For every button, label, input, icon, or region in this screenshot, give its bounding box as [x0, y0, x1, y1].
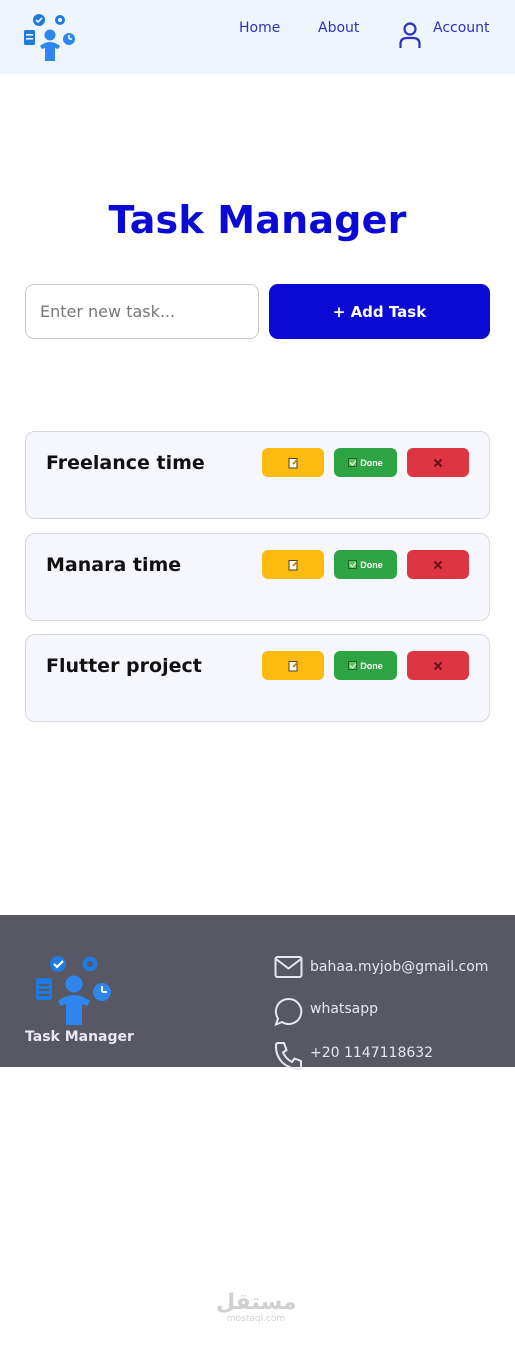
- logo-icon: [36, 956, 111, 1025]
- delete-button[interactable]: [407, 651, 469, 680]
- chat-bubble-icon: [274, 997, 303, 1027]
- done-label: Done: [360, 559, 383, 570]
- cross-mark-icon: [433, 661, 443, 670]
- done-label: Done: [360, 457, 383, 468]
- cross-mark-icon: [433, 560, 443, 569]
- footer-brand: Task Manager: [25, 1029, 134, 1045]
- user-icon: [399, 22, 421, 48]
- check-box-icon: [348, 458, 358, 467]
- page-title: Task Manager: [108, 198, 407, 242]
- nav-about[interactable]: About: [318, 20, 359, 36]
- edit-button[interactable]: [262, 448, 324, 477]
- watermark-sub: mostaql.com: [226, 1314, 286, 1324]
- add-task-button[interactable]: + Add Task: [269, 284, 490, 339]
- check-box-icon: [348, 661, 358, 670]
- memo-icon: [288, 457, 299, 468]
- watermark-text: مستقل: [216, 1290, 297, 1315]
- task-text: Freelance time: [46, 452, 205, 474]
- email-text: bahaa.myjob@gmail.com: [310, 959, 489, 975]
- task-card: Manara time Done: [25, 533, 490, 621]
- delete-button[interactable]: [407, 448, 469, 477]
- task-card: Flutter project Done: [25, 634, 490, 722]
- nav-home[interactable]: Home: [239, 20, 280, 36]
- site-footer: Task Manager bahaa.myjob@gmail.com whats…: [0, 915, 515, 1070]
- edit-button[interactable]: [262, 550, 324, 579]
- cross-mark-icon: [433, 458, 443, 467]
- site-header: Home About Account: [0, 0, 515, 74]
- new-task-input[interactable]: [25, 284, 259, 339]
- edit-button[interactable]: [262, 651, 324, 680]
- logo-icon[interactable]: [22, 12, 78, 64]
- task-card: Freelance time Done: [25, 431, 490, 519]
- account-label: Account: [433, 20, 490, 36]
- check-box-icon: [348, 560, 358, 569]
- watermark: مستقل mostaql.com: [216, 1290, 297, 1325]
- memo-icon: [288, 660, 299, 671]
- task-text: Flutter project: [46, 655, 202, 677]
- delete-button[interactable]: [407, 550, 469, 579]
- done-button[interactable]: Done: [334, 448, 397, 477]
- whatsapp-text: whatsapp: [310, 1001, 379, 1017]
- memo-icon: [288, 559, 299, 570]
- envelope-icon: [274, 956, 303, 978]
- phone-icon: [274, 1042, 302, 1070]
- phone-text: +20 1147118632: [310, 1045, 434, 1061]
- done-button[interactable]: Done: [334, 651, 397, 680]
- done-label: Done: [360, 660, 383, 671]
- task-text: Manara time: [46, 554, 182, 576]
- done-button[interactable]: Done: [334, 550, 397, 579]
